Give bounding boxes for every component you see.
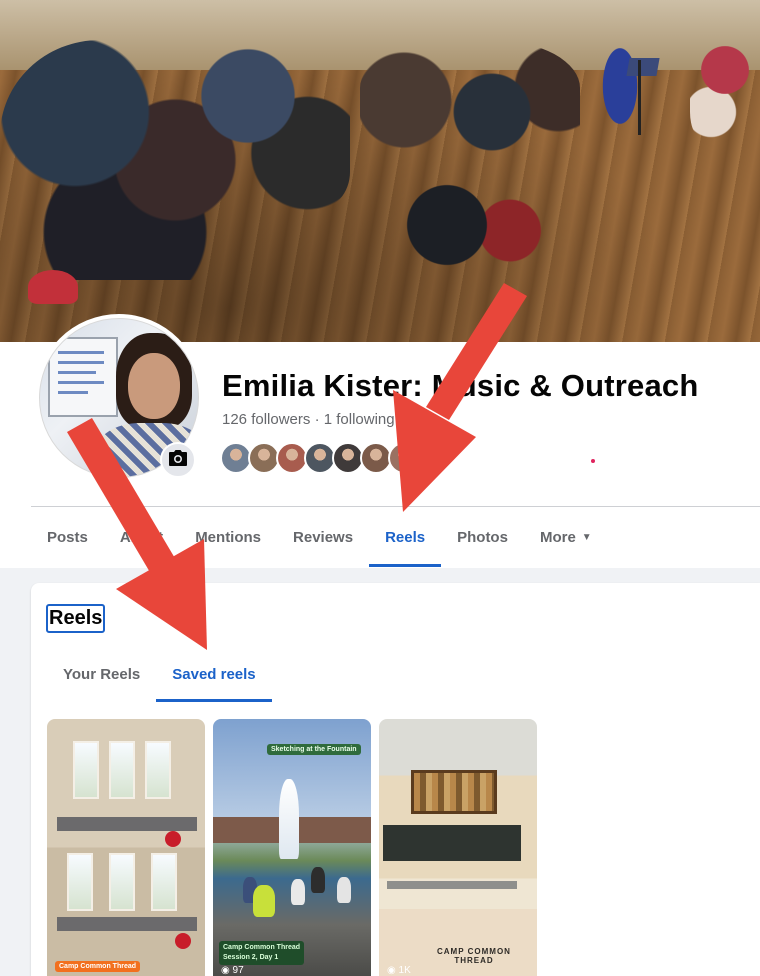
person bbox=[253, 885, 275, 917]
window bbox=[109, 853, 135, 911]
cover-crowd bbox=[180, 20, 350, 210]
reels-subtabs: Your Reels Saved reels bbox=[47, 646, 273, 702]
follower-avatar[interactable] bbox=[388, 442, 420, 474]
reel-caption: Camp Common Thread Session 2, Day 1 bbox=[219, 941, 305, 965]
person bbox=[291, 879, 305, 905]
subtab-saved-reels[interactable]: Saved reels bbox=[156, 646, 273, 702]
eye-icon: ◉ bbox=[387, 965, 396, 976]
reel-views: ◉ 97 bbox=[221, 965, 244, 976]
reel-views: ◉ 1K bbox=[387, 965, 411, 976]
cover-crowd bbox=[690, 0, 760, 140]
red-balloon bbox=[165, 831, 181, 847]
follow-counts: 126 followers · 1 following bbox=[222, 411, 395, 428]
person bbox=[337, 877, 351, 903]
tab-label: Photos bbox=[457, 528, 508, 546]
notification-dot bbox=[591, 459, 595, 463]
tab-label: About bbox=[119, 528, 164, 546]
cover-photo[interactable] bbox=[0, 0, 760, 342]
subtab-your-reels[interactable]: Your Reels bbox=[47, 646, 156, 702]
reel-caption: Camp Common Thread bbox=[55, 961, 141, 972]
window bbox=[109, 741, 135, 799]
person bbox=[311, 867, 325, 893]
eye-icon: ◉ bbox=[221, 965, 230, 976]
tab-posts[interactable]: Posts bbox=[31, 507, 104, 567]
fountain bbox=[279, 779, 299, 859]
reel-thumbnail[interactable]: Camp Common Thread 1 bbox=[47, 719, 205, 976]
chalkboard bbox=[383, 825, 521, 861]
reel-thumbnail[interactable]: Sketching at the Fountain Camp Common Th… bbox=[213, 719, 371, 976]
window bbox=[67, 853, 93, 911]
cover-conductor bbox=[590, 20, 650, 140]
following-count-link[interactable]: 1 following bbox=[324, 411, 395, 428]
camera-icon bbox=[168, 449, 188, 472]
wall-painting bbox=[411, 770, 497, 814]
tab-photos[interactable]: Photos bbox=[441, 507, 524, 567]
avatar-background-screen bbox=[48, 337, 118, 417]
red-balloon bbox=[175, 933, 191, 949]
tab-reels[interactable]: Reels bbox=[369, 507, 442, 567]
music-stand-pole bbox=[638, 60, 641, 135]
subtab-label: Saved reels bbox=[172, 665, 256, 683]
tab-mentions[interactable]: Mentions bbox=[179, 507, 277, 567]
reels-section-title: Reels bbox=[46, 604, 106, 633]
subtab-label: Your Reels bbox=[63, 665, 141, 683]
reel-thumbnail[interactable]: CAMP COMMON THREAD ◉ 1K bbox=[379, 719, 537, 976]
page-title: Emilia Kister: Music & Outreach bbox=[222, 368, 699, 403]
follower-avatars[interactable] bbox=[220, 442, 420, 474]
reel-top-caption: Sketching at the Fountain bbox=[267, 744, 361, 755]
tab-label: Reviews bbox=[293, 528, 354, 546]
window bbox=[73, 741, 99, 799]
table bbox=[57, 917, 197, 931]
dot-separator: · bbox=[314, 411, 320, 428]
window bbox=[145, 741, 171, 799]
music-stand bbox=[626, 58, 660, 76]
tab-label: Posts bbox=[47, 528, 88, 546]
cover-red-hat bbox=[28, 270, 78, 304]
tab-reviews[interactable]: Reviews bbox=[277, 507, 369, 567]
profile-tabs: Posts About Mentions Reviews Reels Photo… bbox=[31, 507, 608, 567]
tab-label: More bbox=[539, 528, 576, 546]
avatar-face bbox=[128, 353, 180, 419]
caret-down-icon: ▼ bbox=[581, 531, 592, 543]
cover-crowd bbox=[405, 170, 545, 280]
tab-label: Mentions bbox=[195, 528, 262, 546]
tab-more[interactable]: More ▼ bbox=[524, 507, 608, 567]
cover-crowd bbox=[360, 40, 580, 160]
update-profile-picture-button[interactable] bbox=[160, 442, 196, 478]
followers-count-link[interactable]: 126 followers bbox=[222, 411, 310, 428]
tab-about[interactable]: About bbox=[104, 507, 179, 567]
tab-label: Reels bbox=[385, 528, 426, 546]
window bbox=[151, 853, 177, 911]
table bbox=[57, 817, 197, 831]
table bbox=[387, 881, 517, 889]
reel-overlay-text: CAMP COMMON THREAD bbox=[437, 947, 511, 965]
